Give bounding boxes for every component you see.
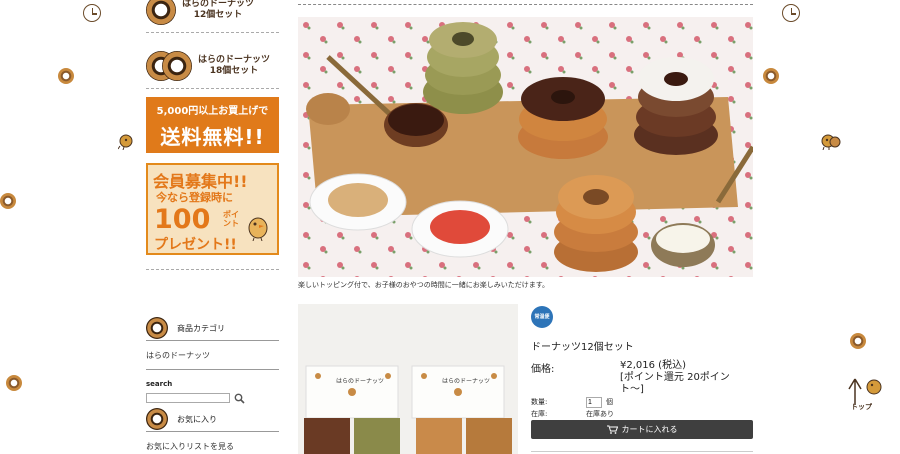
set12-label-line1: はらのドーナッツ [182, 0, 255, 9]
quantity-unit: 個 [606, 398, 613, 406]
donut-icon [146, 0, 176, 25]
hero-caption: 楽しいトッピング付で、お子様のおやつの時間に一緒にお楽しみいただけます。 [298, 281, 550, 289]
free-shipping-headline: 送料無料!! [160, 125, 265, 149]
search-label: search [146, 380, 173, 388]
clock-icon [83, 4, 101, 22]
set12-label-line2: 12個セット [193, 10, 243, 20]
product-name: ドーナッツ12個セット [531, 342, 634, 353]
member-points-number: 100 [154, 204, 211, 235]
set18-banner[interactable]: はらのドーナッツ 18個セット [146, 51, 279, 81]
hero-photo [298, 17, 753, 277]
divider [146, 369, 279, 370]
hero-photo-illustration [298, 17, 753, 277]
free-shipping-condition: 5,000円以上お買上げで [156, 106, 269, 117]
donut-icon [850, 333, 866, 349]
donut-icon [146, 408, 168, 430]
member-present: プレゼント!! [154, 237, 237, 253]
search-icon[interactable] [234, 393, 245, 404]
chick-icon [248, 217, 268, 241]
donut-icon [763, 68, 779, 84]
category-link-hara-donuts[interactable]: はらのドーナッツ [146, 350, 210, 361]
category-title: 商品カテゴリ [177, 323, 225, 333]
box-label-1: はらのドーナッツ [336, 378, 385, 385]
member-recruit-banner[interactable]: 会員募集中!! 今なら登録時に 100 ポイ ント プレゼント!! [146, 163, 279, 255]
free-shipping-banner[interactable]: 5,000円以上お買上げで 送料無料!! [146, 97, 279, 153]
back-to-top-label: トップ [851, 403, 872, 411]
donut-icon [0, 193, 16, 209]
chick-icon [118, 134, 133, 150]
add-to-cart-label: カートに入れる [621, 425, 678, 434]
donut-icon [146, 317, 168, 339]
donut-icon [6, 375, 22, 391]
category-heading: 商品カテゴリ [146, 317, 279, 339]
donut-icon [162, 51, 192, 81]
divider [531, 451, 753, 452]
divider [146, 340, 279, 341]
favorites-title: お気に入り [177, 414, 217, 424]
member-points-unit-2: ント [223, 219, 239, 228]
favorites-link[interactable]: お気に入りリストを見る [146, 441, 234, 452]
set18-label-line1: はらのドーナッツ [198, 55, 271, 65]
search-input[interactable] [146, 393, 230, 403]
set18-label-line2: 18個セット [209, 66, 259, 76]
price-label: 価格: [531, 364, 555, 375]
back-to-top-button[interactable]: トップ [847, 375, 887, 415]
room-temp-delivery-badge: 常温便 [531, 306, 553, 328]
member-points-unit-1: ポイ [223, 210, 239, 219]
divider [146, 88, 279, 89]
points-note: [ポイント還元 20ポイント〜] [620, 372, 730, 395]
favorites-heading: お気に入り [146, 408, 279, 430]
set12-banner[interactable]: はらのドーナッツ 12個セット [146, 0, 279, 25]
add-to-cart-button[interactable]: カートに入れる [531, 420, 753, 439]
member-subline: 今なら登録時に [156, 191, 233, 204]
quantity-input[interactable] [586, 397, 602, 408]
divider [146, 269, 279, 270]
donut-icon [58, 68, 74, 84]
quantity-label: 数量: [531, 398, 548, 406]
price-value: ¥2,016 (税込) [620, 360, 686, 371]
product-photo[interactable]: はらのドーナッツ はらのドーナッツ [298, 304, 518, 454]
cart-icon [606, 425, 618, 434]
divider [298, 4, 753, 5]
stock-label: 在庫: [531, 410, 548, 418]
divider [146, 431, 279, 432]
box-label-2: はらのドーナッツ [442, 378, 491, 385]
chick-icon [821, 134, 841, 150]
clock-icon [782, 4, 800, 22]
divider [146, 32, 279, 33]
stock-value: 在庫あり [586, 410, 614, 418]
